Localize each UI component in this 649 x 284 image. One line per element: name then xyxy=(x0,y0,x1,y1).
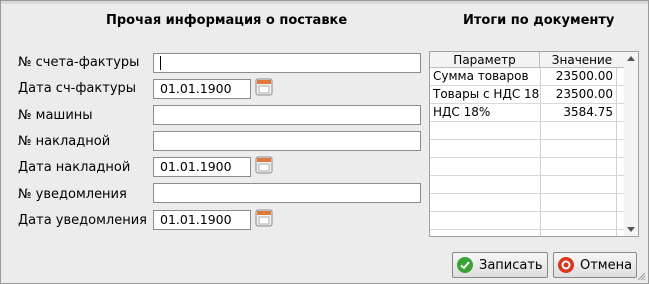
save-button-label: Записать xyxy=(479,257,543,273)
window-top-edge xyxy=(1,1,648,4)
invoice-date-input[interactable]: 01.01.1900 xyxy=(153,79,251,99)
notice-date-input[interactable]: 01.01.1900 xyxy=(153,210,251,230)
invoice-number-label: № счета-фактуры xyxy=(18,55,140,70)
calendar-icon[interactable] xyxy=(255,209,273,227)
row-value: 23500.00 xyxy=(540,86,616,104)
row-parameter: НДС 18% xyxy=(430,104,540,122)
waybill-number-input[interactable] xyxy=(153,131,421,151)
column-header-parameter[interactable]: Параметр xyxy=(430,52,540,68)
notice-number-label: № уведомления xyxy=(18,187,127,202)
scroll-up-arrow-icon[interactable] xyxy=(627,56,635,61)
totals-grid[interactable]: Параметр Значение Сумма товаров 23500.00… xyxy=(429,51,639,237)
waybill-number-label: № накладной xyxy=(18,134,111,149)
waybill-date-input[interactable]: 01.01.1900 xyxy=(153,157,251,177)
document-totals-title: Итоги по документу xyxy=(463,13,615,28)
column-header-value[interactable]: Значение xyxy=(540,52,624,68)
calendar-icon[interactable] xyxy=(255,78,273,96)
notice-number-input[interactable] xyxy=(153,183,421,203)
resize-grip-icon[interactable] xyxy=(636,271,646,281)
row-parameter: Товары с НДС 18 xyxy=(430,86,540,104)
invoice-date-label: Дата сч-фактуры xyxy=(18,81,137,96)
dialog-window: Прочая информация о поставке Итоги по до… xyxy=(0,0,649,284)
row-parameter: Сумма товаров xyxy=(430,68,540,86)
cancel-icon xyxy=(558,257,574,273)
cancel-button[interactable]: Отмена xyxy=(553,252,637,278)
notice-date-label: Дата уведомления xyxy=(18,213,147,228)
invoice-number-input[interactable] xyxy=(153,53,421,73)
supply-info-title: Прочая информация о поставке xyxy=(106,13,348,28)
calendar-icon[interactable] xyxy=(255,156,273,174)
row-value: 3584.75 xyxy=(540,104,616,122)
waybill-date-label: Дата накладной xyxy=(18,160,131,175)
save-button[interactable]: Записать xyxy=(452,252,548,278)
check-icon xyxy=(457,257,473,273)
vertical-scrollbar[interactable] xyxy=(624,52,638,236)
scroll-down-arrow-icon[interactable] xyxy=(627,227,635,232)
text-cursor xyxy=(160,56,161,70)
cancel-button-label: Отмена xyxy=(580,257,633,273)
vehicle-number-input[interactable] xyxy=(153,105,421,125)
row-value: 23500.00 xyxy=(540,68,616,86)
vehicle-number-label: № машины xyxy=(18,108,93,123)
